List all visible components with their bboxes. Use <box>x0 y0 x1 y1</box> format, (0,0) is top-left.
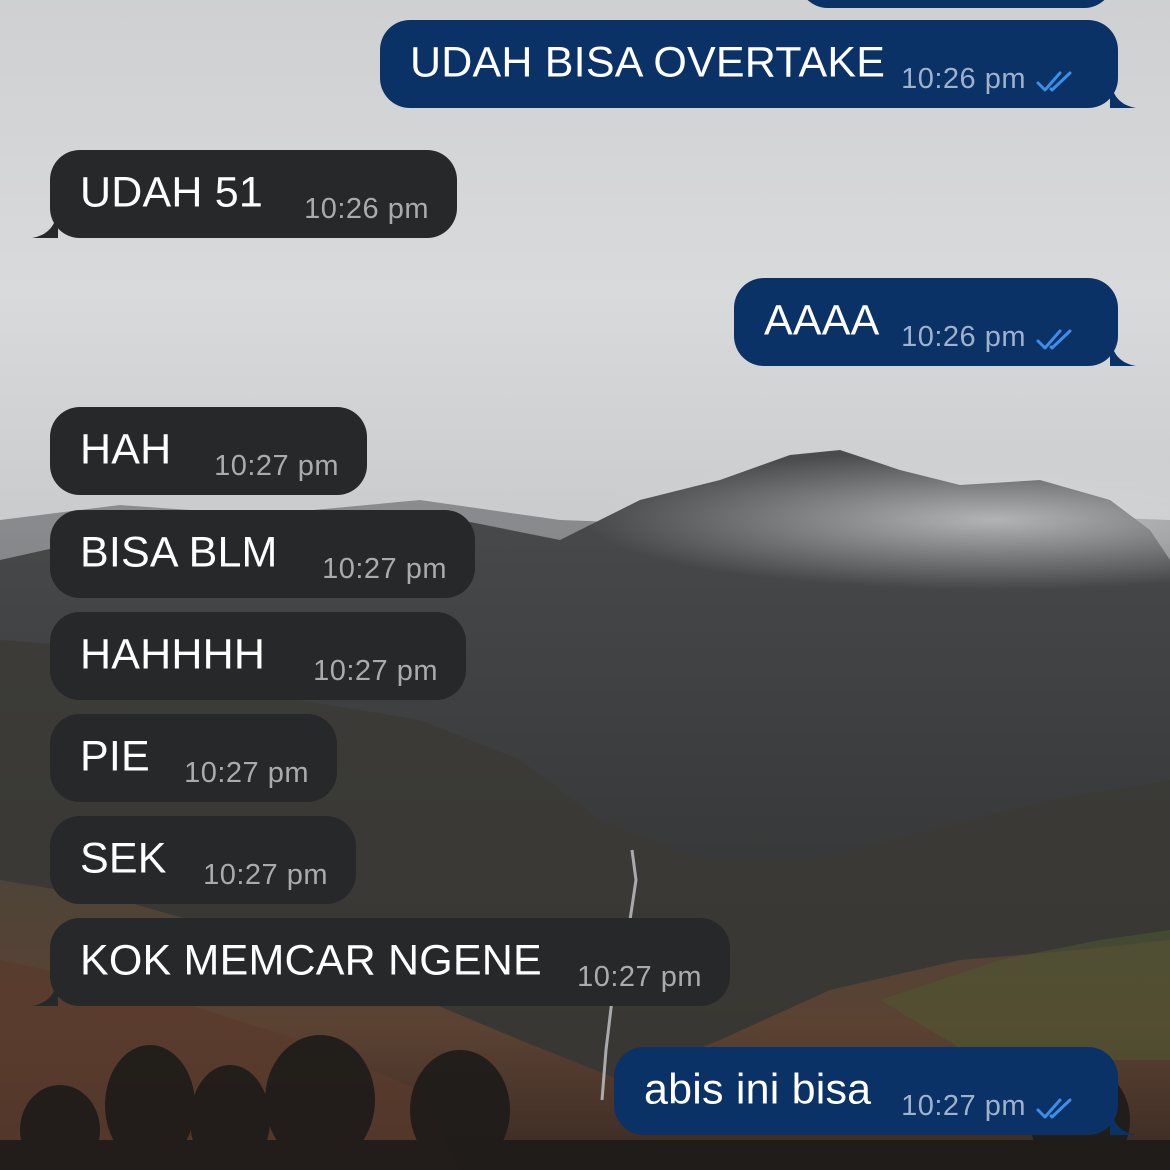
message-list: UDAH BISA OVERTAKE 10:26 pm UDAH 51 10:2… <box>0 0 1170 1170</box>
incoming-message-bubble[interactable]: SEK 10:27 pm <box>50 816 356 904</box>
message-text: UDAH 51 <box>80 168 264 217</box>
message-timestamp: 10:27 pm <box>184 757 309 789</box>
read-receipt-icon <box>1036 71 1072 92</box>
message-text: PIE <box>80 732 150 781</box>
message-text: HAHHHH <box>80 630 266 679</box>
message-timestamp: 10:26 pm <box>304 193 429 225</box>
bubble-tail <box>32 208 58 238</box>
outgoing-message-bubble <box>798 0 1114 8</box>
outgoing-message-bubble[interactable]: UDAH BISA OVERTAKE 10:26 pm <box>380 20 1136 108</box>
incoming-message-bubble[interactable]: HAH 10:27 pm <box>50 407 367 495</box>
message-timestamp: 10:26 pm <box>901 63 1026 95</box>
bubble-tail <box>1110 1105 1136 1135</box>
message-text: AAAA <box>764 296 880 345</box>
message-timestamp: 10:27 pm <box>203 859 328 891</box>
read-receipt-icon <box>1036 329 1072 350</box>
read-receipt-icon <box>1036 1098 1072 1119</box>
bubble-tail <box>1110 78 1136 108</box>
message-text: KOK MEMCAR NGENE <box>80 936 542 985</box>
outgoing-message-bubble[interactable]: AAAA 10:26 pm <box>734 278 1136 366</box>
message-text: HAH <box>80 425 172 474</box>
message-timestamp: 10:27 pm <box>313 655 438 687</box>
message-text: BISA BLM <box>80 528 278 577</box>
bubble-tail <box>1110 336 1136 366</box>
message-text: abis ini bisa <box>644 1065 872 1114</box>
incoming-message-bubble[interactable]: HAHHHH 10:27 pm <box>50 612 466 700</box>
message-text: UDAH BISA OVERTAKE <box>410 38 886 87</box>
incoming-message-bubble[interactable]: KOK MEMCAR NGENE 10:27 pm <box>32 918 730 1006</box>
message-text: SEK <box>80 834 167 883</box>
message-timestamp: 10:26 pm <box>901 321 1026 353</box>
message-timestamp: 10:27 pm <box>901 1090 1026 1122</box>
incoming-message-bubble[interactable]: BISA BLM 10:27 pm <box>50 510 475 598</box>
bubble-tail <box>32 976 58 1006</box>
outgoing-message-bubble[interactable]: abis ini bisa 10:27 pm <box>614 1047 1136 1135</box>
message-timestamp: 10:27 pm <box>322 553 447 585</box>
message-timestamp: 10:27 pm <box>214 450 339 482</box>
incoming-message-bubble[interactable]: UDAH 51 10:26 pm <box>32 150 457 238</box>
incoming-message-bubble[interactable]: PIE 10:27 pm <box>50 714 337 802</box>
message-timestamp: 10:27 pm <box>577 961 702 993</box>
